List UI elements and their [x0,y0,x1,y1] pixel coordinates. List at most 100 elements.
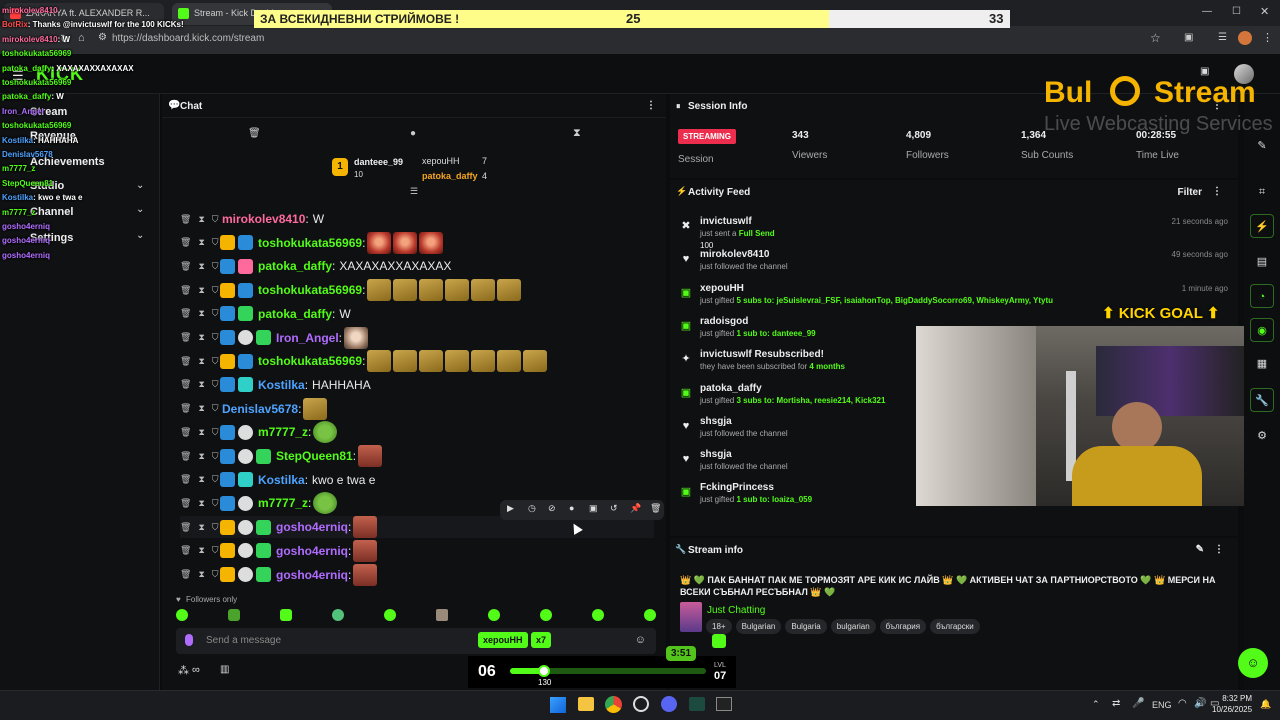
reply-icon[interactable]: ● [569,503,574,513]
infinity-icon[interactable]: ∞ [192,664,200,676]
emote-icon[interactable] [436,609,448,621]
chat-username[interactable]: mirokolev8410 [222,212,305,226]
timeout-icon[interactable]: ⧗ [198,356,204,367]
timeout-icon[interactable]: ⧗ [198,237,204,248]
site-info-icon[interactable]: ⚙ [98,32,107,43]
mod-actions[interactable]: 🗑 ⧗ ⛉ [180,545,220,556]
stream-tag[interactable]: Bulgaria [785,619,827,634]
store-icon[interactable]: ▥ [220,664,229,675]
chevron-down-icon[interactable]: ⌄ [136,180,144,191]
activity-user[interactable]: xepouHH [700,283,744,294]
edit-icon[interactable]: ✎ [1250,134,1274,158]
microphone-icon[interactable] [185,634,193,646]
minimize-icon[interactable]: — [1202,6,1212,17]
hide-icon[interactable]: ⊘ [548,503,556,514]
activity-user[interactable]: invictuswlf [700,216,752,227]
chat-message[interactable]: 🗑 ⧗ ⛉ patoka_daffy: W [180,303,351,325]
mod-actions[interactable]: 🗑 ⧗ ⛉ [180,498,220,509]
chat-username[interactable]: toshokukata56969 [258,236,362,250]
emote[interactable] [419,231,444,254]
delete-icon[interactable]: 🗑 [180,569,191,580]
chat-message[interactable]: 🗑 ⧗ ⛉ Kostilka: HAHHAHA [180,374,371,396]
emote[interactable] [313,492,338,515]
chat-username[interactable]: gosho4erniq [276,544,348,558]
sidepanel-icon[interactable]: ☰ [1218,32,1227,43]
edit-pencil-icon[interactable]: ✎ [1196,544,1204,555]
mod-actions[interactable]: 🗑 ⧗ ⛉ [180,285,220,296]
emote-icon[interactable] [176,609,188,621]
emoji-picker-icon[interactable]: ☺ [635,634,646,646]
chat-input-placeholder[interactable]: Send a message [206,635,281,646]
timeout-icon[interactable]: ⧗ [198,569,204,580]
delete-icon[interactable]: 🗑 [180,285,191,296]
app-icon[interactable] [689,697,705,711]
emote[interactable] [353,563,378,586]
chat-input-box[interactable]: Send a message ☺ [176,628,656,654]
chat-message[interactable]: 🗑 ⧗ ⛉ mirokolev8410: W [180,208,324,230]
chrome-icon[interactable] [605,696,622,713]
support-chat-button[interactable]: ☺ [1238,648,1268,678]
emote-icon[interactable] [384,609,396,621]
mod-actions[interactable]: 🗑 ⧗ ⛉ [180,427,220,438]
chat-username[interactable]: toshokukata56969 [258,354,362,368]
delete-icon[interactable]: 🗑 [180,214,191,225]
ban-shield-icon[interactable]: ⛉ [212,332,219,343]
chat-message[interactable]: 🗑 ⧗ ⛉ gosho4erniq: [180,539,378,562]
emote-icon[interactable] [644,609,656,621]
ban-shield-icon[interactable]: ⛉ [212,379,219,390]
emote[interactable] [367,279,392,302]
mod-actions[interactable]: 🗑 ⧗ ⛉ [180,237,220,248]
ban-shield-icon[interactable]: ⛉ [212,403,219,414]
emote-icon[interactable] [332,609,344,621]
chat-message[interactable]: 🗑 ⧗ ⛉ m7777_z: [180,492,338,515]
delete-icon[interactable]: 🗑 [180,308,191,319]
emote[interactable] [344,326,369,349]
chat-message[interactable]: 🗑 ⧗ ⛉ toshokukata56969: [180,279,522,302]
server-icon[interactable]: ▦ [1250,352,1274,376]
emote[interactable] [353,516,378,539]
community-icon[interactable]: ⁂ [178,664,189,677]
activity-menu-icon[interactable]: ⋮ [1212,186,1222,197]
terminal-icon[interactable] [716,697,732,711]
emote-icon[interactable] [228,609,240,621]
undo-icon[interactable]: ↺ [610,503,618,514]
chat-username[interactable]: gosho4erniq [276,568,348,582]
timeout-icon[interactable]: ⧗ [198,522,204,533]
emote[interactable] [497,279,522,302]
delete-icon[interactable]: 🗑 [180,237,191,248]
chat-message[interactable]: 🗑 ⧗ ⛉ patoka_daffy: XAXAXAXXAXAXAX [180,255,451,277]
profile-avatar[interactable] [1238,31,1252,45]
chat-username[interactable]: toshokukata56969 [258,283,362,297]
emote[interactable] [313,421,338,444]
mod-actions[interactable]: 🗑 ⧗ ⛉ [180,474,220,485]
emote[interactable] [367,350,392,373]
chat-icon[interactable]: ● [410,128,416,139]
emote[interactable] [367,231,392,254]
activity-user[interactable]: radoisgod [700,316,748,327]
chevron-down-icon[interactable]: ⌄ [136,204,144,215]
timeout-icon[interactable]: ⧗ [198,379,204,390]
emote[interactable] [393,279,418,302]
language-indicator[interactable]: ENG [1152,700,1172,710]
discord-icon[interactable] [661,696,677,712]
close-window-icon[interactable]: ✕ [1260,5,1269,18]
tray-chevron-up-icon[interactable]: ⌃ [1092,699,1100,710]
emote[interactable] [445,279,470,302]
emote[interactable] [471,350,496,373]
volume-icon[interactable]: 🔊 [1194,698,1206,709]
obs-icon[interactable] [633,696,649,712]
delete-icon[interactable]: 🗑 [650,503,661,514]
timeout-icon[interactable]: ⧗ [198,451,204,462]
emote[interactable] [393,350,418,373]
stream-info-menu-icon[interactable]: ⋮ [1214,544,1224,555]
ban-shield-icon[interactable]: ⛉ [212,261,219,272]
broadcast-icon[interactable]: ◉ [1250,318,1274,342]
maximize-icon[interactable]: ☐ [1232,6,1241,17]
activity-user[interactable]: patoka_daffy [700,383,762,394]
ban-shield-icon[interactable]: ⛉ [212,545,219,556]
ban-shield-icon[interactable]: ⛉ [212,474,219,485]
timeout-icon[interactable]: ◷ [528,503,536,514]
delete-icon[interactable]: 🗑 [180,451,191,462]
chat-message[interactable]: 🗑 ⧗ ⛉ StepQueen81: [180,445,383,467]
activity-user[interactable]: shsgja [700,416,732,427]
